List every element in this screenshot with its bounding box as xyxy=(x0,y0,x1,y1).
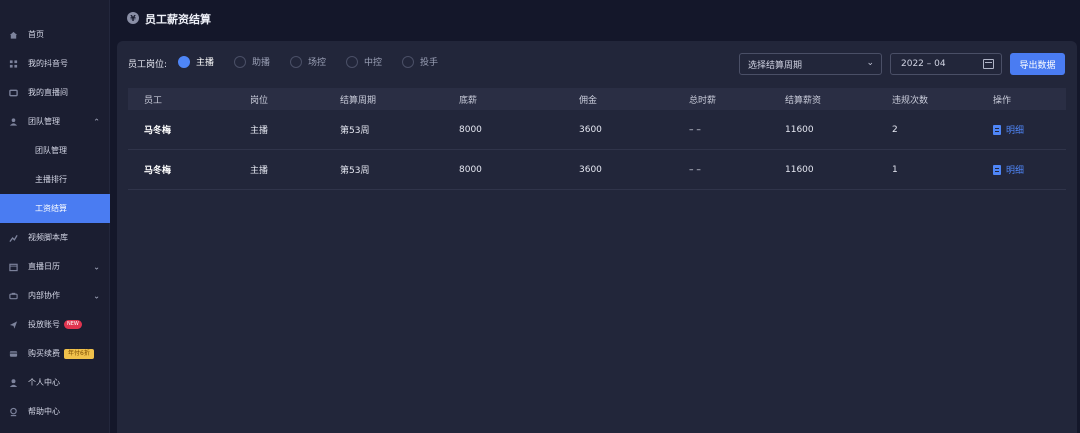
chart-icon xyxy=(9,233,18,242)
sidebar-item-video-script-library[interactable]: 视频脚本库 xyxy=(0,223,110,252)
sidebar-item-my-douyin[interactable]: 我的抖音号 xyxy=(0,49,110,78)
employee-name: 马冬梅 xyxy=(144,166,172,176)
sidebar-item-label: 首页 xyxy=(28,30,44,39)
position-cell: 主播 xyxy=(250,126,269,136)
chevron-down-icon: ⌄ xyxy=(93,262,100,271)
filter-bar: 员工岗位: 主播 助播 场控 中控 投手 选择结算周期 ⌄ 2022 – 04 xyxy=(117,41,1077,85)
sidebar-item-purchase-renewal[interactable]: 购买续费 年付6折 xyxy=(0,339,110,368)
column-header: 结算周期 xyxy=(340,95,377,106)
sidebar-item-label: 个人中心 xyxy=(28,378,60,387)
page-header: ¥ 员工薪资结算 xyxy=(110,0,1080,38)
settlement-salary-cell: 11600 xyxy=(785,164,814,175)
position-radio-field-control[interactable]: 场控 xyxy=(290,55,326,68)
sidebar-item-label: 视频脚本库 xyxy=(28,233,68,242)
column-header: 总时薪 xyxy=(689,95,717,106)
salary-settlement-panel: 员工岗位: 主播 助播 场控 中控 投手 选择结算周期 ⌄ 2022 – 04 xyxy=(117,41,1077,433)
sidebar-item-label: 我的直播间 xyxy=(28,88,68,97)
sidebar-item-label: 团队管理 xyxy=(28,117,60,126)
column-header: 岗位 xyxy=(250,95,269,106)
base-salary-cell: 8000 xyxy=(459,124,482,135)
send-icon xyxy=(9,320,18,329)
detail-link[interactable]: 明细 xyxy=(993,163,1024,176)
chevron-up-icon: ⌃ xyxy=(93,117,100,126)
collab-icon xyxy=(9,291,18,300)
export-data-button[interactable]: 导出数据 xyxy=(1010,53,1065,75)
position-cell: 主播 xyxy=(250,166,269,176)
new-badge: NEW xyxy=(64,320,82,329)
sidebar: 首页 我的抖音号 我的直播间 团队管理 ⌃ 团队管理 主播排行 工资结算 视频脚… xyxy=(0,0,110,433)
sidebar-item-label: 主播排行 xyxy=(35,175,67,184)
position-radio-assistant[interactable]: 助播 xyxy=(234,55,270,68)
column-header: 违规次数 xyxy=(892,95,929,106)
calendar-icon xyxy=(983,59,994,69)
grid-icon xyxy=(9,59,18,68)
sidebar-subitem-team-management[interactable]: 团队管理 xyxy=(0,136,110,165)
settlement-salary-cell: 11600 xyxy=(785,124,814,135)
sidebar-item-label: 工资结算 xyxy=(35,204,67,213)
radio-unchecked-icon xyxy=(346,55,358,68)
card-icon xyxy=(9,349,18,358)
column-header: 佣金 xyxy=(579,95,598,106)
home-icon xyxy=(9,30,18,39)
base-salary-cell: 8000 xyxy=(459,164,482,175)
table-row: 马冬梅 主播 第53周 8000 3600 – – 11600 2 明细 xyxy=(128,110,1066,150)
column-header: 操作 xyxy=(993,95,1012,106)
violations-cell: 1 xyxy=(892,164,898,175)
sidebar-item-internal-collaboration[interactable]: 内部协作 ⌄ xyxy=(0,281,110,310)
page-title: 员工薪资结算 xyxy=(145,13,211,26)
sidebar-item-ad-accounts[interactable]: 投放账号 NEW xyxy=(0,310,110,339)
radio-unchecked-icon xyxy=(290,55,302,68)
yen-icon: ¥ xyxy=(127,12,139,24)
radio-unchecked-icon xyxy=(402,55,414,68)
position-radio-ad-buyer[interactable]: 投手 xyxy=(402,55,438,68)
column-header: 结算薪资 xyxy=(785,95,822,106)
calendar-icon xyxy=(9,262,18,271)
chevron-down-icon: ⌄ xyxy=(93,291,100,300)
sidebar-item-label: 内部协作 xyxy=(28,291,60,300)
position-filter-label: 员工岗位: xyxy=(128,60,168,70)
team-icon xyxy=(9,117,18,126)
sidebar-item-team-management[interactable]: 团队管理 ⌃ xyxy=(0,107,110,136)
violations-cell: 2 xyxy=(892,124,898,135)
radio-unchecked-icon xyxy=(234,55,246,68)
table-header: 员工 岗位 结算周期 底薪 佣金 总时薪 结算薪资 违规次数 操作 xyxy=(128,88,1066,110)
hourly-pay-cell: – – xyxy=(689,124,701,135)
settlement-period-select[interactable]: 选择结算周期 ⌄ xyxy=(739,53,882,75)
hourly-pay-cell: – – xyxy=(689,164,701,175)
document-icon xyxy=(993,164,1001,175)
sidebar-item-my-live-room[interactable]: 我的直播间 xyxy=(0,78,110,107)
sidebar-item-personal-center[interactable]: 个人中心 xyxy=(0,368,110,397)
column-header: 员工 xyxy=(144,95,163,106)
commission-cell: 3600 xyxy=(579,124,602,135)
sidebar-item-home[interactable]: 首页 xyxy=(0,20,110,49)
employee-name: 马冬梅 xyxy=(144,126,172,136)
period-cell: 第53周 xyxy=(340,126,370,136)
help-icon xyxy=(9,407,18,416)
sidebar-item-label: 我的抖音号 xyxy=(28,59,68,68)
sidebar-item-label: 购买续费 xyxy=(28,349,60,358)
column-header: 底薪 xyxy=(459,95,478,106)
tv-icon xyxy=(9,88,18,97)
document-icon xyxy=(993,124,1001,135)
sidebar-item-label: 直播日历 xyxy=(28,262,60,271)
sidebar-item-live-calendar[interactable]: 直播日历 ⌄ xyxy=(0,252,110,281)
detail-link[interactable]: 明细 xyxy=(993,123,1024,136)
radio-checked-icon xyxy=(178,55,190,68)
sidebar-item-help-center[interactable]: 帮助中心 xyxy=(0,397,110,426)
sidebar-subitem-anchor-ranking[interactable]: 主播排行 xyxy=(0,165,110,194)
commission-cell: 3600 xyxy=(579,164,602,175)
month-picker[interactable]: 2022 – 04 xyxy=(890,53,1002,75)
sidebar-item-label: 投放账号 xyxy=(28,320,60,329)
table-row: 马冬梅 主播 第53周 8000 3600 – – 11600 1 明细 xyxy=(128,150,1066,190)
position-radio-central-control[interactable]: 中控 xyxy=(346,55,382,68)
position-radio-anchor[interactable]: 主播 xyxy=(178,55,214,68)
period-cell: 第53周 xyxy=(340,166,370,176)
sidebar-item-label: 帮助中心 xyxy=(28,407,60,416)
user-icon xyxy=(9,378,18,387)
discount-badge: 年付6折 xyxy=(64,348,94,359)
salary-table: 员工 岗位 结算周期 底薪 佣金 总时薪 结算薪资 违规次数 操作 马冬梅 主播… xyxy=(128,88,1066,190)
sidebar-item-label: 团队管理 xyxy=(35,146,67,155)
sidebar-subitem-salary-settlement[interactable]: 工资结算 xyxy=(0,194,110,223)
chevron-down-icon: ⌄ xyxy=(866,58,874,68)
